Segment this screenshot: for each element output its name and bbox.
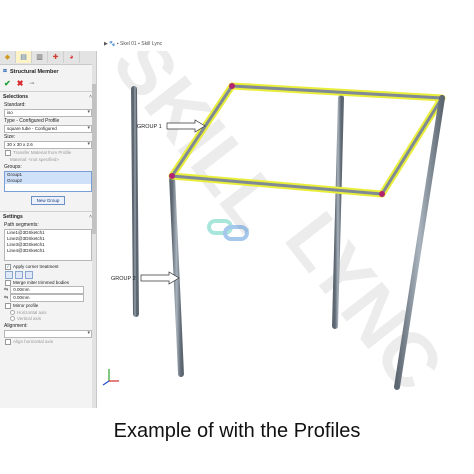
gap-input-1[interactable]: 0.00mm: [10, 286, 85, 294]
end-butt1-icon[interactable]: [15, 270, 23, 279]
merge-miter-checkbox[interactable]: Merge miter trimmed bodies: [0, 279, 96, 286]
gap-row-1: ⇆ 0.00mm: [0, 286, 96, 294]
corner-type-buttons: [0, 270, 96, 279]
path-segments-list[interactable]: Line1@3DSketch1 Line2@3DSketch1 Line3@3D…: [4, 229, 92, 261]
mirror-profile-checkbox[interactable]: Mirror profile: [0, 302, 96, 309]
end-butt2-icon[interactable]: [25, 270, 33, 279]
dimxpert-icon: ✚: [52, 54, 59, 61]
group-1-label: GROUP 1: [137, 124, 162, 130]
radio-icon: [10, 315, 15, 321]
feature-manager-icon: ◆: [4, 54, 11, 61]
transfer-material-checkbox[interactable]: Transfer Material from Profile: [0, 149, 96, 156]
display-manager-tab[interactable]: ◕: [64, 51, 80, 63]
joint-node[interactable]: [379, 191, 385, 197]
group-2-label: GROUP 2: [111, 276, 136, 282]
vertical-axis-label: Vertical axis: [17, 315, 42, 321]
group-list-item[interactable]: Group2: [5, 178, 91, 184]
feature-manager-tab[interactable]: ◆: [0, 51, 16, 63]
gap-input-2[interactable]: 0.00mm: [10, 294, 85, 302]
apply-corner-treatment-checkbox[interactable]: ✓ Apply corner treatment: [0, 263, 96, 270]
new-group-button[interactable]: New Group: [30, 196, 66, 205]
graphics-viewport[interactable]: SKILL LYNC GROUP 1 GROUP 2: [97, 51, 474, 409]
cancel-x-icon[interactable]: ✖: [17, 79, 24, 88]
title-text: Structural Member: [9, 68, 59, 75]
alignment-selector[interactable]: [4, 330, 92, 338]
settings-section-header[interactable]: Settings ˄: [0, 211, 96, 221]
checkbox-checked-icon: ✓: [5, 263, 11, 270]
new-group-row: New Group: [0, 196, 96, 205]
configuration-manager-icon: ▥: [36, 54, 43, 61]
scrollbar-thumb[interactable]: [92, 84, 96, 234]
type-label: Type - Configured Profile: [4, 118, 60, 124]
pushpin-icon[interactable]: ⊸: [29, 80, 34, 87]
segment-list-item[interactable]: Line4@3DSketch1: [5, 248, 91, 254]
type-dropdown[interactable]: square tube - Configured: [4, 125, 92, 133]
transfer-material-label: Transfer Material from Profile: [13, 150, 72, 155]
dimxpert-tab[interactable]: ✚: [48, 51, 64, 63]
radio-icon: [10, 309, 15, 315]
joint-node[interactable]: [229, 83, 235, 89]
horizontal-axis-label: Horizontal axis: [17, 309, 47, 315]
joint-node[interactable]: [169, 173, 175, 179]
corner-treatment-label: Apply corner treatment: [13, 264, 59, 269]
structural-member-icon: ⌗: [3, 67, 7, 75]
alignment-label: Alignment:: [4, 323, 28, 329]
merge-miter-label: Merge miter trimmed bodies: [13, 280, 70, 285]
path-segments-label: Path segments:: [4, 222, 39, 228]
checkbox-box: [5, 338, 11, 345]
selections-header-label: Selections: [3, 93, 29, 100]
panel-scrollbar[interactable]: [92, 64, 96, 408]
display-manager-icon: ◕: [69, 53, 74, 61]
gap-row-2: ⇆ 0.00mm: [0, 294, 96, 302]
caption-text: Example of with the Profiles: [113, 420, 361, 442]
checkbox-box: [5, 149, 11, 156]
end-miter-icon[interactable]: [5, 270, 13, 279]
property-manager-title: ⌗ Structural Member: [0, 65, 96, 78]
selections-section-header[interactable]: Selections ˄: [0, 91, 96, 101]
checkbox-box: [5, 279, 11, 286]
groups-listbox[interactable]: Group1 Group2: [4, 171, 92, 192]
mirror-profile-label: Mirror profile: [13, 303, 39, 308]
settings-header-label: Settings: [3, 213, 23, 220]
gap-icon: ⇆: [4, 295, 9, 301]
standard-dropdown[interactable]: iso: [4, 109, 92, 117]
action-row: ✔ ✖ ⊸: [0, 78, 96, 89]
configuration-manager-tab[interactable]: ▥: [32, 51, 48, 63]
graphics-toolbar[interactable]: ▶ 🐾 ▪ Skel 01 ▪ Skill Lync: [104, 41, 162, 47]
standard-label: Standard:: [4, 102, 26, 108]
checkbox-box: [5, 302, 11, 309]
size-dropdown[interactable]: 30 x 30 x 2.6: [4, 141, 92, 149]
material-row: Material: <not specified>: [0, 156, 96, 163]
property-manager-panel: ◆ ▤ ▥ ✚ ◕ ⌗ Structural Member ✔ ✖ ⊸ Sele…: [0, 51, 97, 408]
property-manager-icon: ▤: [20, 54, 27, 61]
align-horizontal-checkbox[interactable]: Align horizontal axis: [0, 338, 96, 345]
ok-check-icon[interactable]: ✔: [4, 79, 11, 88]
panel-tabs: ◆ ▤ ▥ ✚ ◕: [0, 51, 96, 65]
gap-icon: ⇆: [4, 287, 9, 293]
property-manager-tab[interactable]: ▤: [16, 51, 32, 63]
align-horizontal-label: Align horizontal axis: [13, 339, 54, 344]
material-label: Material: <not specified>: [10, 157, 60, 162]
groups-label: Groups:: [4, 164, 22, 170]
vertical-axis-radio[interactable]: Vertical axis: [0, 315, 96, 321]
size-label: Size:: [4, 134, 16, 140]
